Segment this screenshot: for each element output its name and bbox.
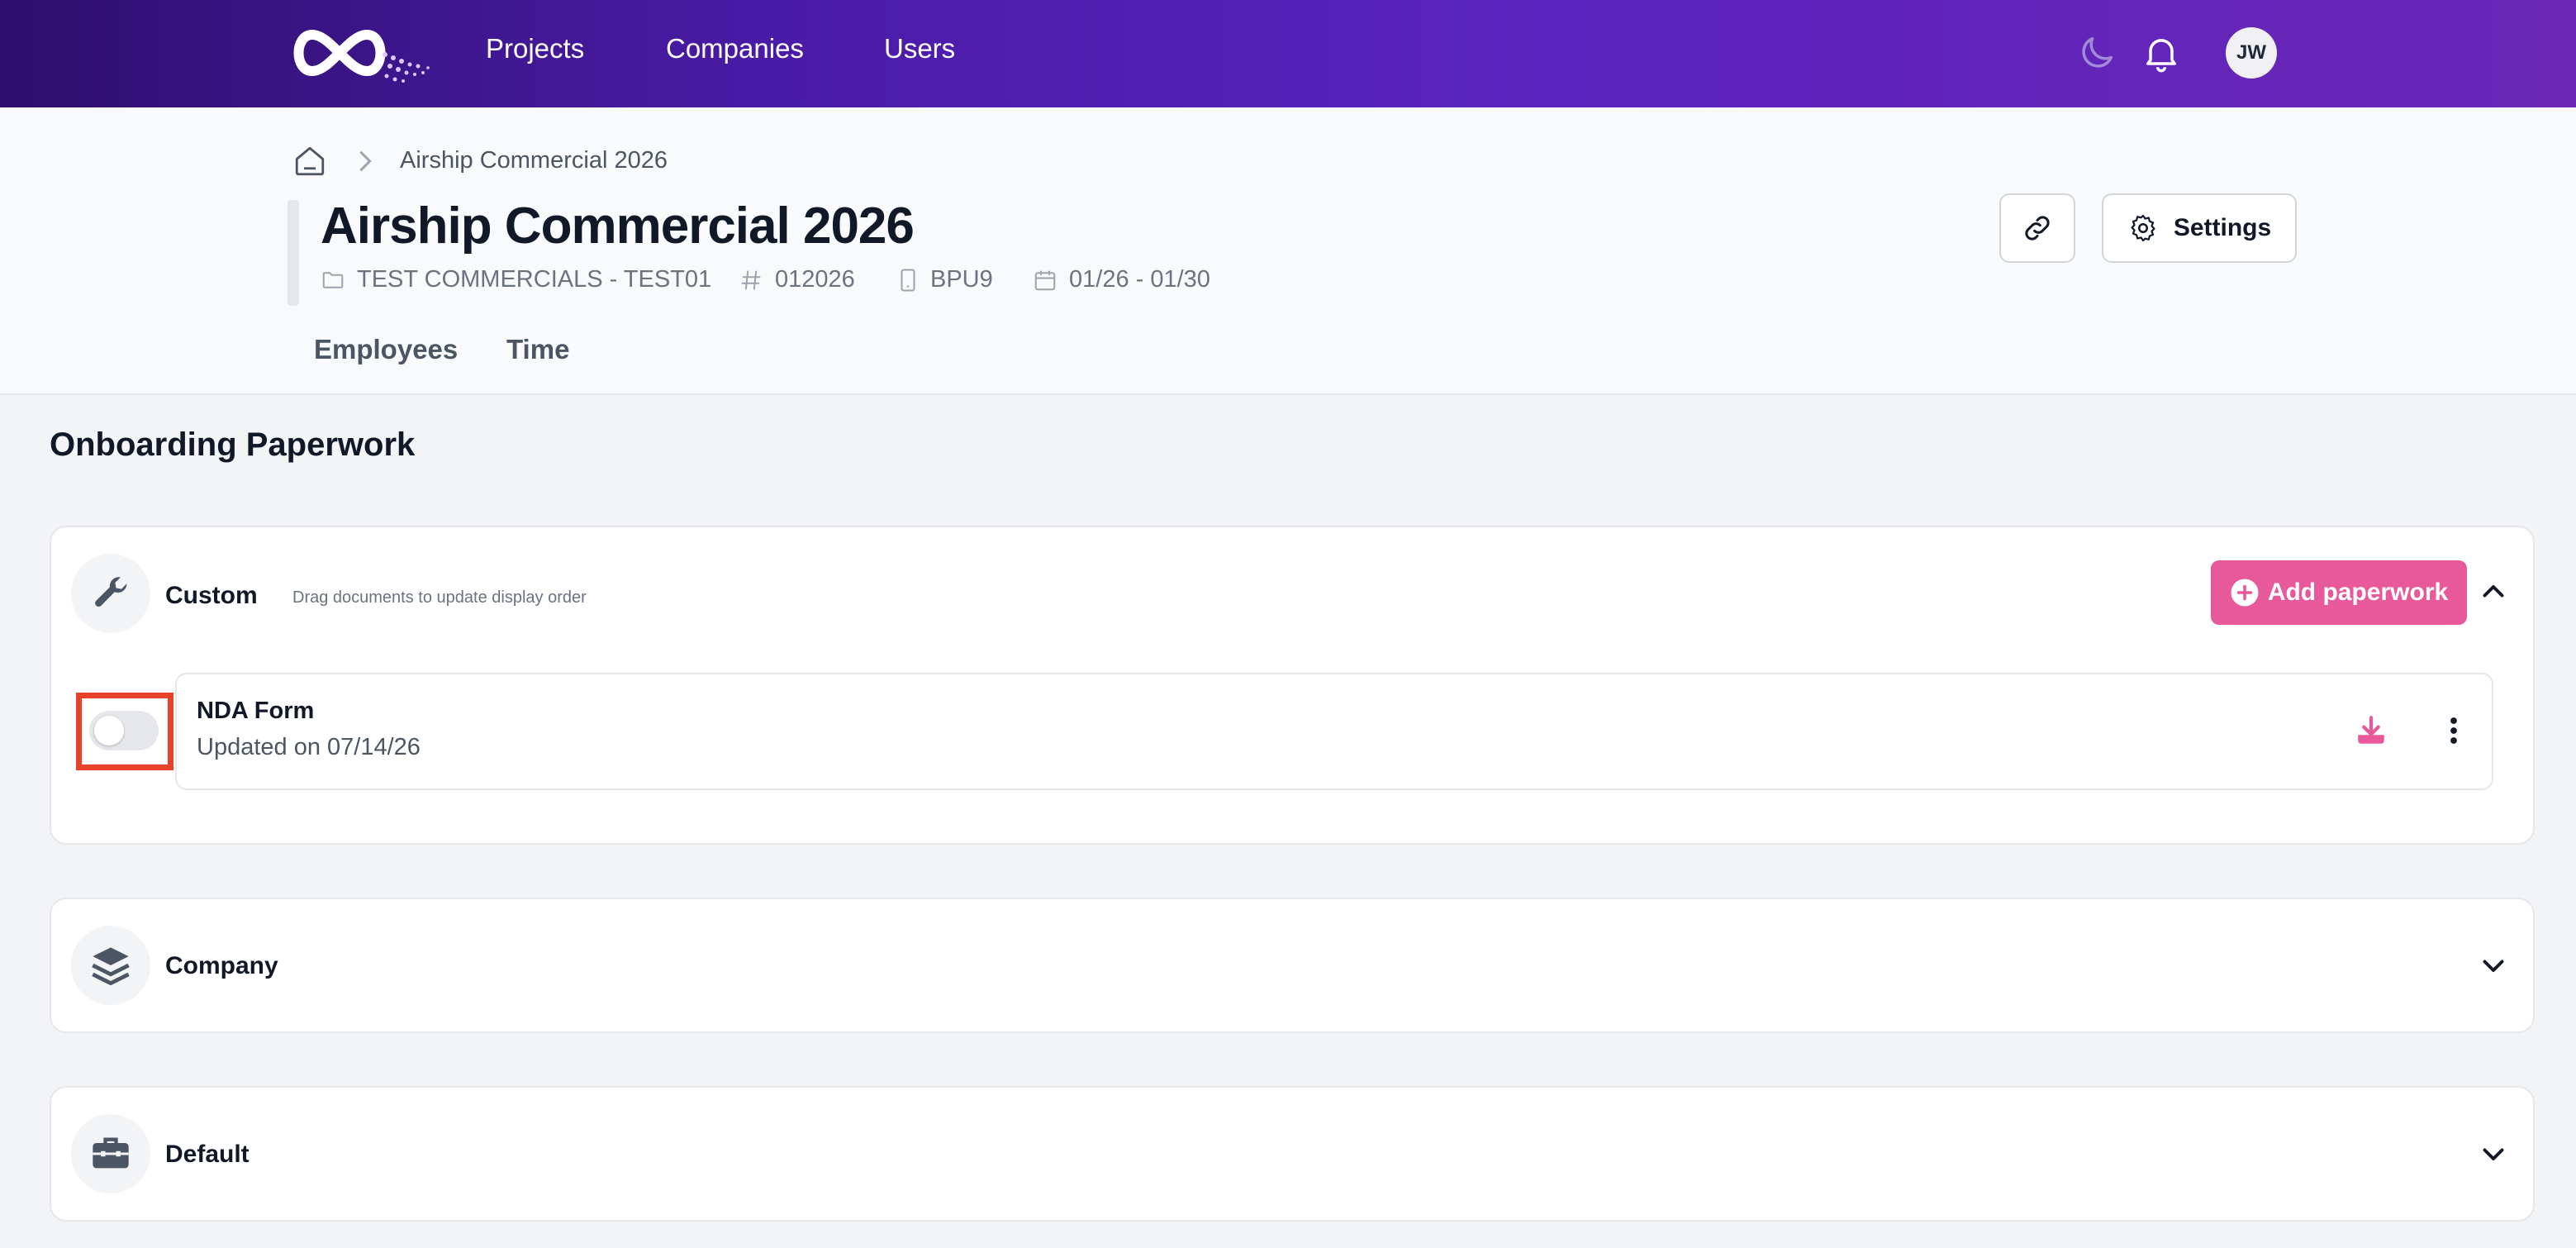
paperwork-group-company[interactable]: Company — [50, 898, 2535, 1033]
group-name-custom: Custom — [165, 582, 258, 609]
layers-icon — [92, 947, 130, 986]
chevron-right-icon — [359, 150, 372, 172]
meta-company: TEST COMMERCIALS - TEST01 — [321, 266, 711, 293]
document-enabled-toggle[interactable] — [89, 711, 159, 750]
page-title: Airship Commercial 2026 — [321, 198, 915, 255]
group-name-company: Company — [165, 952, 278, 979]
meta-number-text: 012026 — [775, 266, 855, 293]
card-icon-custom — [71, 554, 150, 633]
folder-icon — [322, 271, 344, 288]
meta-code-text: BPU9 — [930, 266, 993, 293]
more-options-button[interactable] — [2434, 711, 2474, 750]
user-avatar[interactable]: JW — [2226, 27, 2277, 79]
document-name: NDA Form — [197, 698, 315, 724]
logo-icon[interactable] — [288, 18, 433, 88]
settings-button-label: Settings — [2173, 214, 2272, 241]
copy-link-button[interactable] — [1999, 193, 2075, 263]
chevron-down-icon[interactable] — [2479, 950, 2508, 980]
paperwork-group-custom: Custom Drag documents to update display … — [50, 526, 2535, 845]
card-icon-company — [71, 926, 150, 1005]
wrench-icon — [95, 577, 127, 607]
meta-company-text: TEST COMMERCIALS - TEST01 — [357, 266, 712, 293]
gear-icon — [2131, 214, 2155, 242]
add-paperwork-button[interactable]: Add paperwork — [2211, 560, 2467, 625]
breadcrumb-current[interactable]: Airship Commercial 2026 — [400, 147, 668, 174]
bell-icon[interactable] — [2140, 31, 2183, 74]
document-row[interactable]: NDA Form Updated on 07/14/26 — [175, 673, 2493, 790]
chevron-up-icon[interactable] — [2479, 577, 2508, 607]
plus-circle-icon — [2231, 579, 2259, 607]
section-title: Onboarding Paperwork — [50, 426, 416, 463]
calendar-icon — [1034, 270, 1056, 290]
group-hint-custom: Drag documents to update display order — [292, 588, 587, 607]
tab-employees[interactable]: Employees — [314, 334, 458, 365]
download-button[interactable] — [2351, 711, 2391, 750]
document-updated: Updated on 07/14/26 — [197, 734, 421, 760]
top-navbar: Projects Companies Users JW — [0, 0, 2576, 107]
toggle-knob — [94, 716, 124, 745]
home-icon[interactable] — [292, 144, 327, 179]
meta-code: BPU9 — [897, 266, 993, 293]
title-accent-bar — [288, 200, 299, 306]
vertical-ellipsis-icon — [2450, 717, 2457, 744]
meta-dates: 01/26 - 01/30 — [1033, 266, 1210, 293]
meta-dates-text: 01/26 - 01/30 — [1069, 266, 1210, 293]
project-header: Airship Commercial 2026 Airship Commerci… — [0, 107, 2576, 395]
nav-link-projects[interactable]: Projects — [486, 33, 584, 64]
meta-number: 012026 — [739, 266, 855, 293]
paperwork-group-default[interactable]: Default — [50, 1086, 2535, 1222]
nav-link-users[interactable]: Users — [884, 33, 955, 64]
hash-icon — [741, 270, 761, 289]
phone-icon — [901, 269, 915, 291]
card-icon-default — [71, 1114, 150, 1193]
download-icon — [2358, 716, 2384, 744]
link-icon — [2025, 216, 2050, 241]
chevron-down-icon[interactable] — [2479, 1139, 2508, 1169]
tab-time[interactable]: Time — [506, 334, 569, 365]
toolbox-icon — [93, 1137, 129, 1169]
moon-icon[interactable] — [2075, 31, 2118, 74]
add-paperwork-label: Add paperwork — [2267, 579, 2449, 606]
settings-button[interactable]: Settings — [2102, 193, 2297, 263]
group-name-default: Default — [165, 1141, 250, 1168]
nav-link-companies[interactable]: Companies — [666, 33, 804, 64]
